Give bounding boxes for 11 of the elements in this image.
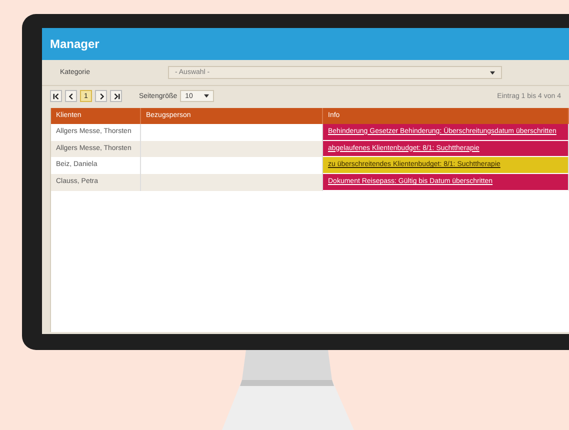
first-page-button[interactable] bbox=[50, 90, 62, 102]
first-page-icon bbox=[52, 92, 60, 100]
chevron-right-icon bbox=[98, 92, 104, 100]
caret-icon bbox=[490, 70, 495, 74]
next-page-button[interactable] bbox=[95, 90, 107, 102]
caret-icon bbox=[204, 94, 210, 98]
previous-page-button[interactable] bbox=[65, 90, 77, 102]
last-page-button[interactable] bbox=[110, 90, 122, 102]
chevron-left-icon bbox=[68, 92, 74, 100]
last-page-icon bbox=[112, 92, 120, 100]
window-title: Manager bbox=[50, 37, 100, 51]
